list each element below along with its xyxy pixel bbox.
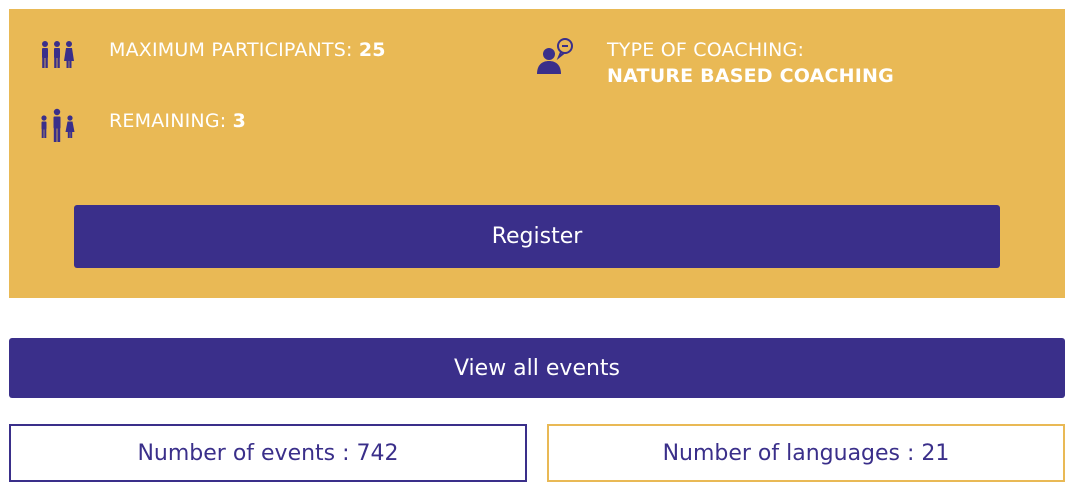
events-count-text: Number of events : 742: [137, 440, 399, 466]
remaining-label: REMAINING:: [109, 110, 233, 132]
max-participants-value: 25: [358, 39, 386, 61]
events-count-box: Number of events : 742: [9, 424, 527, 482]
max-participants-row: MAXIMUM PARTICIPANTS: 25: [37, 37, 385, 77]
max-participants-label: MAXIMUM PARTICIPANTS:: [109, 39, 359, 61]
coaching-type-label: TYPE OF COACHING:: [607, 39, 805, 61]
remaining-value: 3: [232, 110, 247, 132]
remaining-people-icon: [41, 108, 75, 142]
coaching-type-text: TYPE OF COACHING: NATURE BASED COACHING: [607, 37, 894, 89]
register-button[interactable]: Register: [74, 205, 1000, 268]
remaining-text: REMAINING: 3: [109, 108, 246, 134]
group-people-icon: [42, 41, 74, 68]
languages-count-box: Number of languages : 21: [547, 424, 1065, 482]
remaining-row: REMAINING: 3: [37, 107, 246, 147]
coaching-type-value: NATURE BASED COACHING: [607, 65, 894, 87]
coaching-type-row: TYPE OF COACHING: NATURE BASED COACHING: [535, 37, 894, 87]
coach-speech-icon: [537, 38, 573, 74]
view-all-events-button[interactable]: View all events: [9, 338, 1065, 398]
languages-count-text: Number of languages : 21: [662, 440, 950, 466]
event-info-panel: MAXIMUM PARTICIPANTS: 25 REMAINING: 3 TY…: [9, 9, 1065, 298]
max-participants-text: MAXIMUM PARTICIPANTS: 25: [109, 37, 386, 63]
